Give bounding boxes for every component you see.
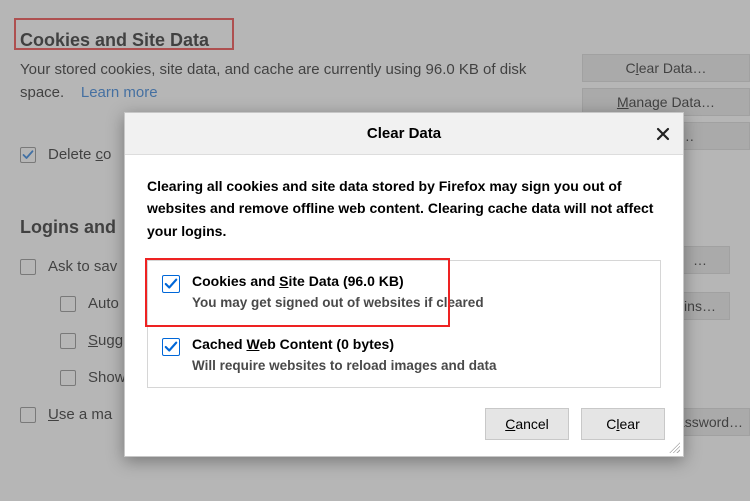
option-cache-texts: Cached Web Content (0 bytes) Will requir… <box>192 336 646 373</box>
option-cookies-title: Cookies and Site Data (96.0 KB) <box>192 273 646 289</box>
clear-button[interactable]: Clear <box>581 408 665 440</box>
dialog-body: Clearing all cookies and site data store… <box>125 155 683 392</box>
dialog-footer: Cancel Clear <box>125 392 683 456</box>
clear-data-dialog: Clear Data Clearing all cookies and site… <box>124 112 684 457</box>
option-cookies-texts: Cookies and Site Data (96.0 KB) You may … <box>192 273 646 310</box>
cancel-button[interactable]: Cancel <box>485 408 569 440</box>
option-cache-checkbox[interactable] <box>162 338 180 356</box>
option-cache-sub: Will require websites to reload images a… <box>192 358 646 373</box>
dialog-message: Clearing all cookies and site data store… <box>147 175 661 242</box>
option-cookies-checkbox[interactable] <box>162 275 180 293</box>
option-cache-row: Cached Web Content (0 bytes) Will requir… <box>148 324 660 387</box>
option-cookies-row: Cookies and Site Data (96.0 KB) You may … <box>148 261 660 324</box>
dialog-options: Cookies and Site Data (96.0 KB) You may … <box>147 260 661 388</box>
option-cache-title: Cached Web Content (0 bytes) <box>192 336 646 352</box>
dialog-title: Clear Data <box>367 125 441 142</box>
option-cookies-sub: You may get signed out of websites if cl… <box>192 295 646 310</box>
close-icon[interactable] <box>653 124 673 144</box>
resize-grip[interactable] <box>668 441 680 453</box>
dialog-titlebar: Clear Data <box>125 113 683 155</box>
